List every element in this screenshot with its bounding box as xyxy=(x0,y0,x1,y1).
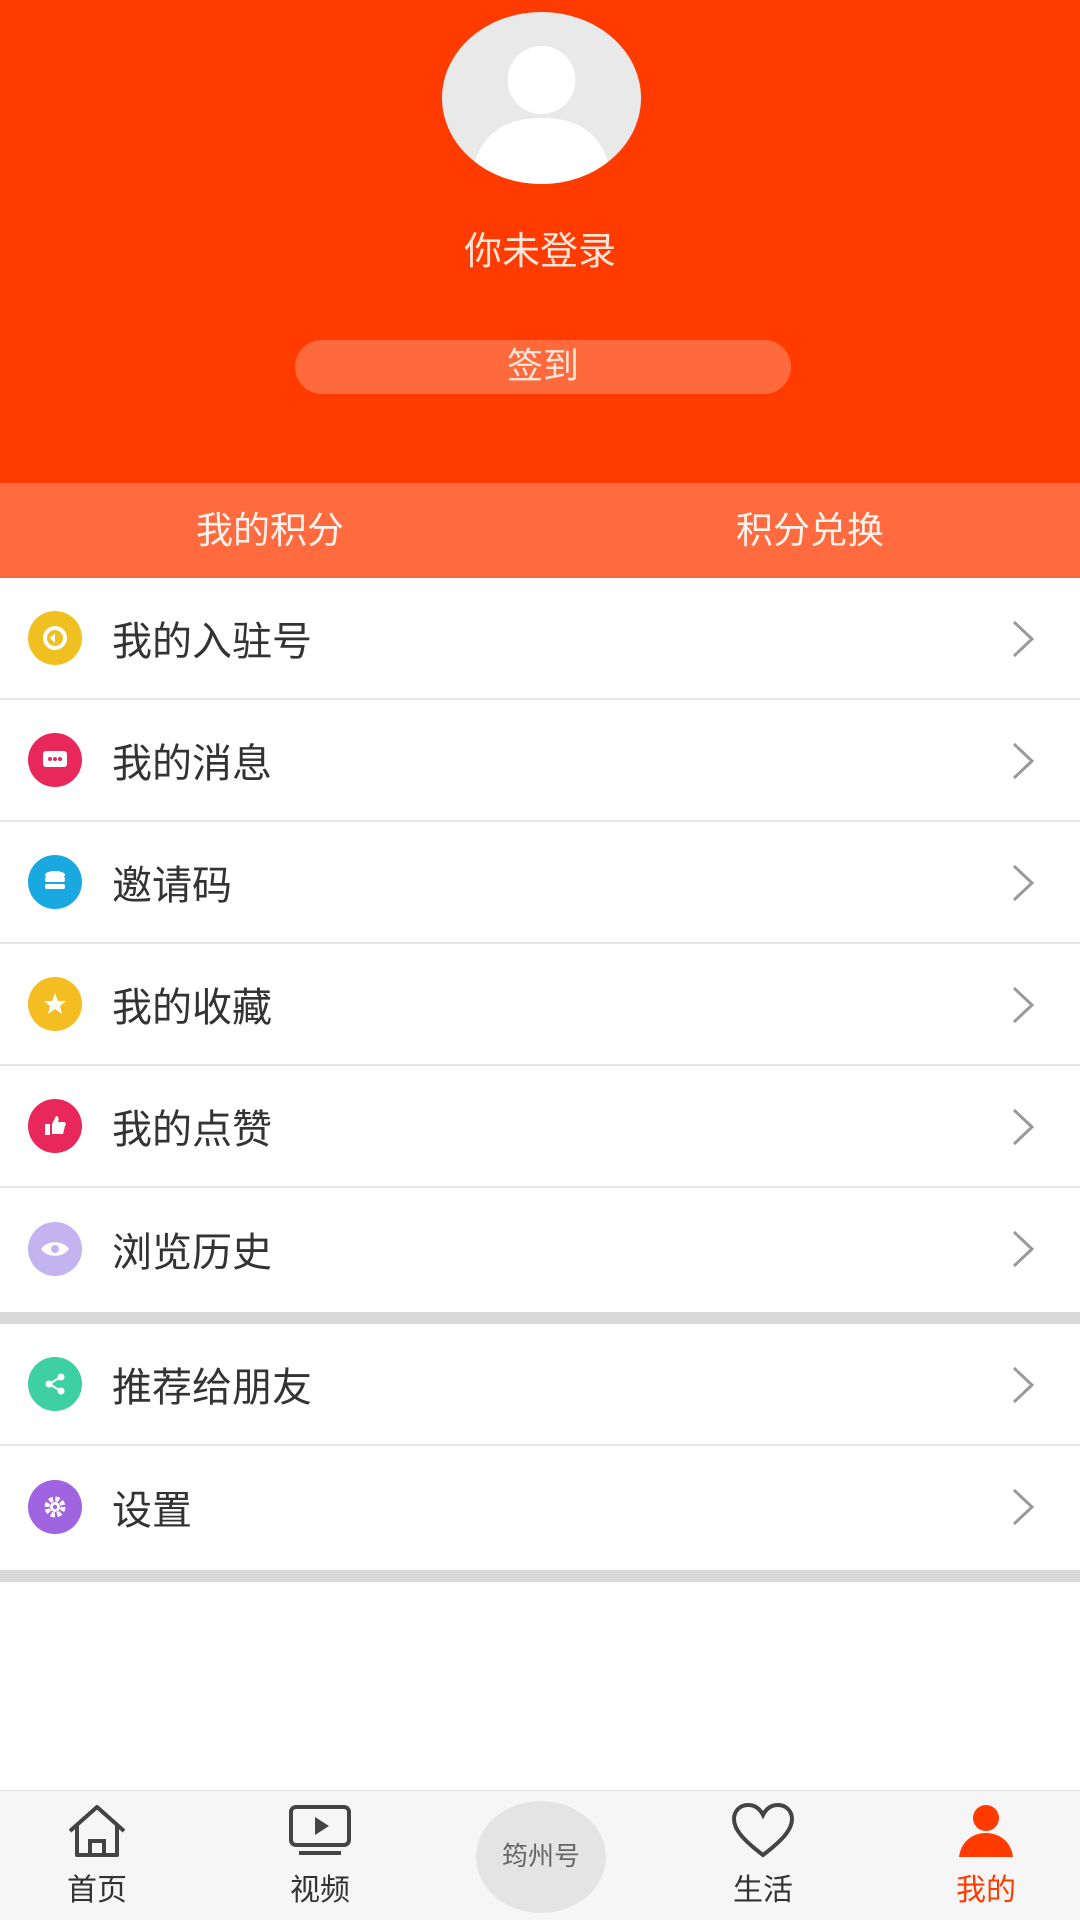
avatar[interactable] xyxy=(442,12,641,184)
menu-item-invite-code[interactable]: 邀请码 xyxy=(0,822,1080,944)
chevron-right-icon xyxy=(1012,1108,1035,1146)
chevron-right-icon xyxy=(1012,1488,1035,1526)
points-exchange-button[interactable]: 积分兑换 xyxy=(540,483,1080,578)
signin-button[interactable]: 签到 xyxy=(295,340,791,394)
thumbs-up-icon xyxy=(28,1099,82,1153)
menu-item-favorites[interactable]: 我的收藏 xyxy=(0,944,1080,1066)
menu-label: 设置 xyxy=(112,1488,192,1534)
chevron-right-icon xyxy=(1012,742,1035,780)
chevron-right-icon xyxy=(1012,620,1035,658)
section-divider xyxy=(0,1312,1080,1324)
star-icon xyxy=(28,977,82,1031)
menu-label: 我的入驻号 xyxy=(112,619,312,665)
tab-life[interactable]: 生活 xyxy=(693,1801,833,1920)
heart-icon xyxy=(731,1802,795,1858)
menu-item-likes[interactable]: 我的点赞 xyxy=(0,1066,1080,1188)
tab-mine[interactable]: 我的 xyxy=(916,1801,1056,1920)
menu-group-main: 我的入驻号 我的消息 邀请码 我的收藏 我的点赞 浏览历史 xyxy=(0,578,1080,1310)
tab-video[interactable]: 视频 xyxy=(250,1801,390,1920)
chevron-right-icon xyxy=(1012,1366,1035,1404)
tab-label: 视频 xyxy=(290,1873,350,1908)
video-icon xyxy=(289,1805,351,1855)
user-icon xyxy=(959,1805,1013,1857)
menu-item-share[interactable]: 推荐给朋友 xyxy=(0,1324,1080,1446)
menu-label: 浏览历史 xyxy=(112,1230,272,1276)
login-status-text[interactable]: 你未登录 xyxy=(0,220,1080,275)
account-swap-icon xyxy=(28,611,82,665)
menu-item-my-account[interactable]: 我的入驻号 xyxy=(0,578,1080,700)
message-icon xyxy=(28,733,82,787)
default-avatar-icon xyxy=(470,46,613,184)
menu-label: 我的收藏 xyxy=(112,985,272,1031)
database-icon xyxy=(28,855,82,909)
menu-group-secondary: 推荐给朋友 设置 xyxy=(0,1324,1080,1568)
section-divider xyxy=(0,1570,1080,1582)
tab-center-button[interactable]: 筠州号 xyxy=(476,1801,606,1913)
gear-icon xyxy=(28,1480,82,1534)
tab-home[interactable]: 首页 xyxy=(27,1801,167,1920)
chevron-right-icon xyxy=(1012,864,1035,902)
chevron-right-icon xyxy=(1012,1230,1035,1268)
menu-label: 邀请码 xyxy=(112,863,232,909)
bottom-tab-bar: 首页 视频 筠州号 生活 我的 xyxy=(0,1790,1080,1920)
menu-item-messages[interactable]: 我的消息 xyxy=(0,700,1080,822)
tab-label: 我的 xyxy=(956,1873,1016,1908)
eye-icon xyxy=(28,1222,82,1276)
menu-label: 我的点赞 xyxy=(112,1107,272,1153)
menu-item-settings[interactable]: 设置 xyxy=(0,1446,1080,1568)
menu-label: 我的消息 xyxy=(112,741,272,787)
profile-header: 你未登录 签到 xyxy=(0,0,1080,483)
tab-label: 生活 xyxy=(733,1873,793,1908)
home-icon xyxy=(68,1805,126,1857)
tab-label: 首页 xyxy=(67,1873,127,1908)
menu-item-history[interactable]: 浏览历史 xyxy=(0,1188,1080,1310)
my-points-button[interactable]: 我的积分 xyxy=(0,483,540,578)
points-bar: 我的积分 积分兑换 xyxy=(0,483,1080,578)
share-icon xyxy=(28,1357,82,1411)
menu-label: 推荐给朋友 xyxy=(112,1365,312,1411)
chevron-right-icon xyxy=(1012,986,1035,1024)
